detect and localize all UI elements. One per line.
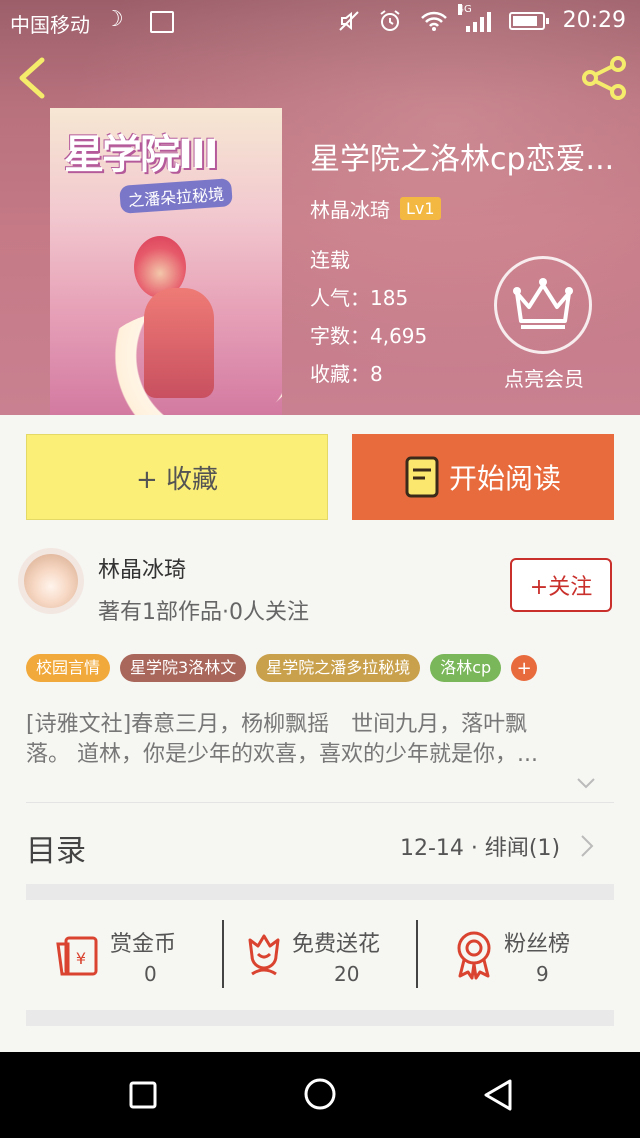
book-favorites: 收藏：8 [310, 362, 383, 386]
vip-label[interactable]: 点亮会员 [486, 363, 602, 392]
network-type: 4G [457, 3, 472, 15]
home-icon[interactable] [303, 1077, 337, 1111]
section-separator [26, 1010, 614, 1026]
book-author-row: 林晶冰琦 Lv1 [310, 194, 441, 223]
book-cover[interactable]: 星学院III 之潘朵拉秘境 [50, 108, 282, 415]
book-title: 星学院之洛林cp恋爱... [310, 142, 615, 177]
book-description[interactable]: [诗雅文社]春意三月，杨柳飘摇 世间九月，落叶飘 落。 道林，你是少年的欢喜，喜… [26, 710, 616, 770]
status-bar: 中国移动 ☽ 4G 20:29 [0, 0, 640, 44]
wifi-icon [420, 11, 447, 31]
tag-chip[interactable]: 校园言情 [26, 654, 111, 682]
system-nav-bar [0, 1052, 640, 1138]
free-flowers[interactable]: 免费送花 20 [224, 920, 416, 992]
stat-value: 20 [334, 962, 360, 986]
image-notification-icon [150, 11, 174, 33]
book-word-count: 字数：4,695 [310, 324, 428, 348]
moon-icon: ☽ [104, 7, 124, 32]
book-icon [405, 456, 439, 498]
author-description: 著有1部作品·0人关注 [98, 600, 309, 625]
description-line: 落。 道林，你是少年的欢喜，喜欢的少年就是你，... [26, 742, 538, 767]
author-level-badge: Lv1 [400, 197, 441, 220]
tag-chip[interactable]: 星学院3洛林文 [120, 654, 247, 682]
section-separator [26, 884, 614, 900]
share-icon[interactable] [580, 56, 628, 100]
divider [26, 802, 614, 803]
signal-icon: 4G [457, 3, 491, 32]
fan-ranking[interactable]: 粉丝榜 9 [418, 920, 614, 992]
cover-logo: 星学院III [64, 132, 219, 178]
stat-label: 粉丝榜 [504, 932, 571, 957]
add-tag-button[interactable]: + [511, 655, 538, 681]
follow-button[interactable]: +关注 [510, 558, 612, 612]
stat-label: 赏金币 [110, 932, 177, 957]
toc-latest-chapter[interactable]: 12-14 · 绯闻(1) [400, 830, 560, 862]
author-name[interactable]: 林晶冰琦 [98, 552, 186, 584]
back-icon[interactable] [14, 56, 50, 100]
alarm-icon [379, 9, 400, 31]
start-reading-button[interactable]: 开始阅读 [352, 434, 614, 520]
stat-value: 9 [536, 962, 549, 986]
mute-icon [338, 10, 359, 31]
book-status: 连载 [310, 248, 350, 272]
flower-icon [248, 934, 280, 976]
svg-text:¥: ¥ [76, 949, 86, 968]
reward-coins[interactable]: ¥ 赏金币 0 [26, 920, 222, 992]
recent-apps-icon[interactable] [128, 1080, 158, 1110]
cover-character-body [144, 288, 214, 398]
red-envelope-icon: ¥ [56, 936, 98, 976]
medal-icon [457, 931, 491, 980]
stats-row: ¥ 赏金币 0 免费送花 20 粉丝榜 9 [26, 920, 614, 992]
tag-chip[interactable]: 星学院之潘多拉秘境 [256, 654, 421, 682]
cover-subtitle: 之潘朵拉秘境 [119, 178, 233, 214]
vip-button[interactable] [494, 256, 592, 354]
toc-title[interactable]: 目录 [26, 826, 86, 870]
crown-icon [513, 278, 573, 329]
stat-label: 免费送花 [292, 932, 381, 957]
chevron-right-icon[interactable] [580, 834, 594, 858]
carrier-label: 中国移动 [10, 13, 90, 37]
tag-chip[interactable]: 洛林cp [430, 654, 502, 682]
book-author[interactable]: 林晶冰琦 [310, 194, 390, 223]
stat-value: 0 [144, 962, 157, 986]
author-avatar[interactable] [18, 548, 84, 614]
clock: 20:29 [562, 8, 626, 33]
book-popularity: 人气：185 [310, 286, 409, 310]
add-favorite-button[interactable]: + 收藏 [26, 434, 328, 520]
battery-icon [508, 11, 549, 30]
chevron-down-icon[interactable] [576, 777, 596, 789]
tag-list: 校园言情 星学院3洛林文 星学院之潘多拉秘境 洛林cp + [26, 654, 538, 682]
start-reading-label: 开始阅读 [448, 462, 561, 495]
back-nav-icon[interactable] [482, 1078, 514, 1112]
description-line: [诗雅文社]春意三月，杨柳飘摇 世间九月，落叶飘 [26, 712, 528, 737]
